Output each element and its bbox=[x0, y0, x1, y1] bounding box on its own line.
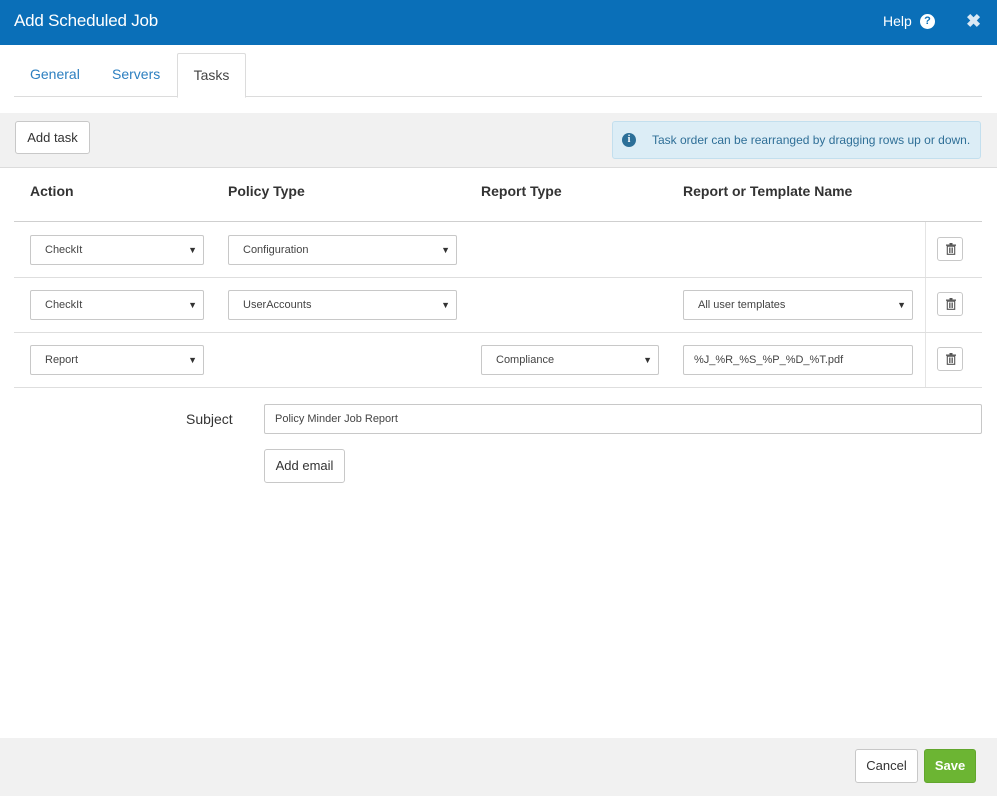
column-header-action: Action bbox=[30, 183, 74, 199]
info-icon: i bbox=[622, 133, 636, 147]
info-alert: i Task order can be rearranged by draggi… bbox=[612, 121, 981, 159]
row-divider bbox=[14, 387, 982, 388]
tab-servers[interactable]: Servers bbox=[112, 53, 160, 97]
chevron-down-icon: ▼ bbox=[897, 300, 906, 310]
dialog-title: Add Scheduled Job bbox=[14, 11, 159, 30]
dialog-header: Add Scheduled Job Help ? ✖ bbox=[0, 0, 997, 45]
header-divider bbox=[14, 221, 982, 222]
action-select-value: CheckIt bbox=[45, 244, 83, 256]
tab-tasks[interactable]: Tasks bbox=[177, 53, 246, 98]
chevron-down-icon: ▼ bbox=[643, 355, 652, 365]
subject-input[interactable]: Policy Minder Job Report bbox=[264, 404, 982, 434]
chevron-down-icon: ▼ bbox=[441, 245, 450, 255]
delete-task-button[interactable] bbox=[937, 237, 963, 261]
policy-type-select[interactable]: Configuration ▼ bbox=[228, 235, 457, 265]
chevron-down-icon: ▼ bbox=[188, 300, 197, 310]
action-select[interactable]: Report ▼ bbox=[30, 345, 204, 375]
column-divider bbox=[925, 278, 926, 332]
policy-type-select[interactable]: UserAccounts ▼ bbox=[228, 290, 457, 320]
column-divider bbox=[925, 333, 926, 387]
delete-task-button[interactable] bbox=[937, 347, 963, 371]
column-header-report-template-name: Report or Template Name bbox=[683, 183, 853, 199]
cancel-button[interactable]: Cancel bbox=[855, 749, 918, 783]
help-link[interactable]: Help bbox=[883, 13, 912, 29]
row-divider bbox=[14, 277, 982, 278]
column-header-report-type: Report Type bbox=[481, 183, 562, 199]
tab-bar: General Servers Tasks bbox=[14, 53, 982, 98]
row-divider bbox=[14, 332, 982, 333]
chevron-down-icon: ▼ bbox=[188, 245, 197, 255]
question-circle-icon[interactable]: ? bbox=[920, 14, 935, 29]
report-filename-input[interactable]: %J_%R_%S_%P_%D_%T.pdf bbox=[683, 345, 913, 375]
trash-icon bbox=[946, 353, 956, 365]
policy-type-select-value: Configuration bbox=[243, 244, 309, 256]
column-divider bbox=[925, 222, 926, 277]
report-type-select[interactable]: Compliance ▼ bbox=[481, 345, 659, 375]
action-select-value: CheckIt bbox=[45, 299, 83, 311]
save-button[interactable]: Save bbox=[924, 749, 976, 783]
report-type-select-value: Compliance bbox=[496, 354, 555, 366]
column-header-policy-type: Policy Type bbox=[228, 183, 305, 199]
trash-icon bbox=[946, 243, 956, 255]
info-text: Task order can be rearranged by dragging… bbox=[652, 133, 971, 147]
action-select[interactable]: CheckIt ▼ bbox=[30, 235, 204, 265]
dialog-footer: Cancel Save bbox=[0, 738, 997, 796]
policy-type-select-value: UserAccounts bbox=[243, 299, 312, 311]
template-select[interactable]: All user templates ▼ bbox=[683, 290, 913, 320]
action-select-value: Report bbox=[45, 354, 79, 366]
close-icon[interactable]: ✖ bbox=[966, 11, 981, 32]
chevron-down-icon: ▼ bbox=[441, 300, 450, 310]
chevron-down-icon: ▼ bbox=[188, 355, 197, 365]
tasks-toolbar: Add task i Task order can be rearranged … bbox=[0, 113, 997, 168]
action-select[interactable]: CheckIt ▼ bbox=[30, 290, 204, 320]
tab-general[interactable]: General bbox=[30, 53, 80, 97]
template-select-value: All user templates bbox=[698, 299, 786, 311]
add-task-button[interactable]: Add task bbox=[15, 121, 90, 154]
add-email-button[interactable]: Add email bbox=[264, 449, 345, 483]
subject-label: Subject bbox=[186, 411, 233, 427]
delete-task-button[interactable] bbox=[937, 292, 963, 316]
trash-icon bbox=[946, 298, 956, 310]
